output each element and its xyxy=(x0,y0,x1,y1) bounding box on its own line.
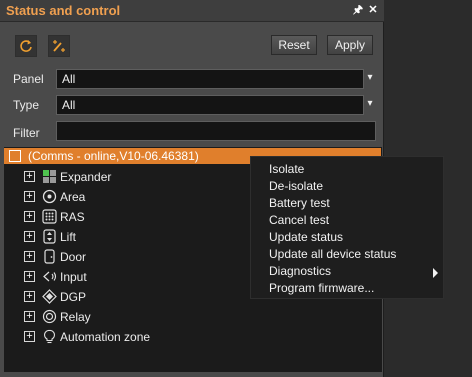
panel-select[interactable]: All xyxy=(56,69,364,89)
door-icon xyxy=(44,249,55,264)
submenu-arrow-icon xyxy=(433,268,438,278)
expand-icon[interactable]: + xyxy=(24,271,35,282)
wand-button[interactable] xyxy=(48,35,70,57)
apply-button[interactable]: Apply xyxy=(327,35,373,55)
tree-item-label: Lift xyxy=(60,230,77,244)
expand-icon[interactable]: + xyxy=(24,191,35,202)
panel-title: Status and control xyxy=(6,3,121,18)
lift-icon xyxy=(43,229,56,244)
menu-item-cancel-test[interactable]: Cancel test xyxy=(269,212,329,229)
panel-label: Panel xyxy=(13,72,44,86)
refresh-icon xyxy=(20,40,32,52)
expand-icon[interactable]: + xyxy=(24,251,35,262)
expand-icon[interactable]: + xyxy=(24,331,35,342)
panel-titlebar: Status and control 🖈 ✕ xyxy=(0,0,384,22)
menu-item-program-firmware[interactable]: Program firmware... xyxy=(269,280,374,297)
expand-icon[interactable]: + xyxy=(24,231,35,242)
menu-item-battery-test[interactable]: Battery test xyxy=(269,195,330,212)
panel-dropdown-icon[interactable]: ▾ xyxy=(365,69,375,89)
expand-icon[interactable]: + xyxy=(24,211,35,222)
filter-input[interactable] xyxy=(56,121,376,141)
menu-item-isolate[interactable]: Isolate xyxy=(269,161,304,178)
expander-icon xyxy=(43,170,56,183)
context-menu: Isolate De-isolate Battery test Cancel t… xyxy=(250,156,444,299)
pin-icon[interactable]: 🖈 xyxy=(352,4,364,17)
tree-item-label: DGP xyxy=(60,290,87,304)
input-icon xyxy=(43,271,57,282)
tree-item-relay[interactable]: + Relay xyxy=(4,308,374,326)
expand-icon[interactable]: + xyxy=(24,311,35,322)
tree-item-automation-zone[interactable]: + Automation zone xyxy=(4,328,374,346)
tree-root-label: (Comms - online,V10-06.46381) xyxy=(28,149,199,163)
wand-icon xyxy=(53,40,65,52)
dgp-icon xyxy=(42,289,57,304)
tree-item-label: Area xyxy=(60,190,86,204)
relay-icon xyxy=(42,309,57,324)
filter-label: Filter xyxy=(13,126,40,140)
type-label: Type xyxy=(13,98,40,112)
controller-icon xyxy=(9,150,21,162)
tree-item-label: Automation zone xyxy=(60,330,151,344)
reset-button[interactable]: Reset xyxy=(271,35,317,55)
menu-item-diagnostics[interactable]: Diagnostics xyxy=(269,263,331,280)
tree-item-label: Input xyxy=(60,270,87,284)
type-select[interactable]: All xyxy=(56,95,364,115)
menu-item-update-all-device-status[interactable]: Update all device status xyxy=(269,246,396,263)
area-icon xyxy=(42,189,57,204)
menu-item-de-isolate[interactable]: De-isolate xyxy=(269,178,323,195)
expand-icon[interactable]: + xyxy=(24,291,35,302)
close-icon[interactable]: ✕ xyxy=(367,4,379,17)
keypad-icon xyxy=(42,209,57,224)
tree-item-label: Relay xyxy=(60,310,91,324)
refresh-button[interactable] xyxy=(15,35,37,57)
tree-item-label: Door xyxy=(60,250,87,264)
type-dropdown-icon[interactable]: ▾ xyxy=(365,95,375,115)
tree-item-label: Expander xyxy=(60,170,112,184)
expand-icon[interactable]: + xyxy=(24,171,35,182)
menu-item-update-status[interactable]: Update status xyxy=(269,229,343,246)
tree-item-label: RAS xyxy=(60,210,85,224)
bulb-icon xyxy=(43,329,56,344)
